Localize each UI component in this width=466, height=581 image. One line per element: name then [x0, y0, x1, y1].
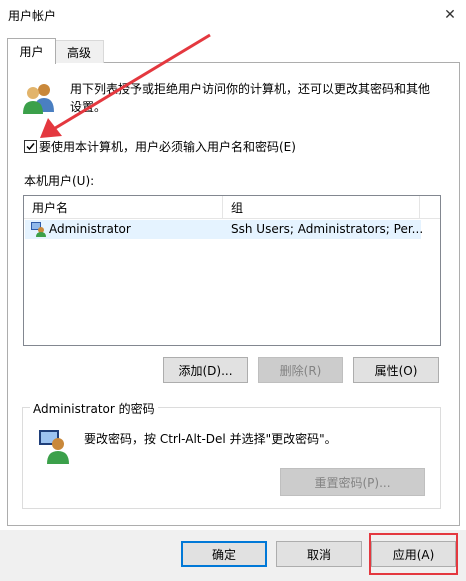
delete-user-button[interactable]: 删除(R)	[258, 357, 343, 383]
annotation-highlight-box	[369, 533, 458, 575]
user-icon	[30, 221, 46, 237]
tab-users-label: 用户	[19, 45, 44, 59]
ok-button[interactable]: 确定	[181, 541, 267, 567]
require-login-checkbox[interactable]	[24, 140, 37, 153]
properties-button[interactable]: 属性(O)	[353, 357, 439, 383]
user-password-icon	[37, 428, 73, 464]
tab-users[interactable]: 用户	[7, 38, 56, 64]
user-group-cell: Ssh Users; Administrators; Per...	[231, 222, 424, 236]
password-group-title: Administrator 的密码	[30, 400, 158, 417]
user-name-cell: Administrator	[49, 222, 131, 236]
column-header-group[interactable]: 组	[223, 196, 420, 218]
users-label: 本机用户(U):	[24, 174, 95, 188]
intro-text: 用下列表授予或拒绝用户访问你的计算机，还可以更改其密码和其他设置。	[70, 82, 431, 114]
title-bar: 用户帐户 ✕	[0, 0, 466, 30]
tab-advanced-label: 高级	[66, 45, 91, 60]
reset-password-button[interactable]: 重置密码(P)...	[280, 468, 425, 496]
users-icon	[21, 80, 57, 116]
users-list[interactable]: 用户名 组 Administrator Ssh Users; Administr…	[23, 195, 441, 346]
checkmark-icon	[26, 143, 35, 151]
add-user-button[interactable]: 添加(D)...	[163, 357, 248, 383]
table-row[interactable]: Administrator Ssh Users; Administrators;…	[25, 220, 424, 239]
cancel-button[interactable]: 取消	[276, 541, 362, 567]
require-login-label[interactable]: 要使用本计算机，用户必须输入用户名和密码(E)	[39, 138, 296, 155]
password-hint: 要改密码，按 Ctrl-Alt-Del 并选择"更改密码"。	[84, 432, 337, 446]
window-title: 用户帐户	[8, 9, 57, 23]
list-header: 用户名 组	[24, 196, 440, 219]
tab-advanced[interactable]: 高级	[54, 40, 104, 63]
column-header-username[interactable]: 用户名	[24, 196, 223, 218]
close-button[interactable]: ✕	[434, 0, 466, 30]
close-icon: ✕	[444, 7, 456, 23]
